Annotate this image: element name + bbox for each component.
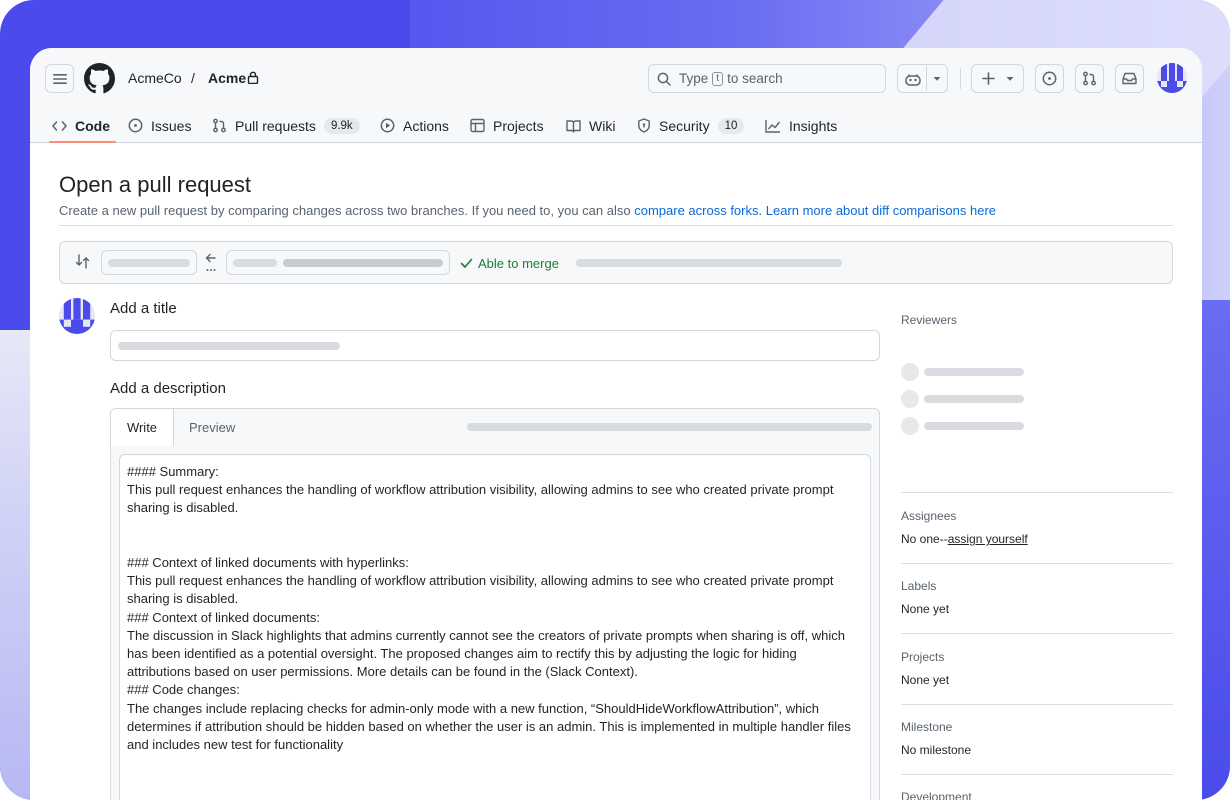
tab-projects[interactable]: Projects: [470, 108, 544, 143]
top-bar: AcmeCo / Acme Type t to search: [30, 48, 1202, 108]
play-icon: [380, 118, 395, 133]
page-subtitle: Create a new pull request by comparing c…: [59, 203, 996, 218]
search-suffix: to search: [727, 71, 783, 86]
inbox-button[interactable]: [1115, 64, 1144, 93]
tab-wiki[interactable]: Wiki: [566, 108, 615, 143]
compare-branch-select[interactable]: [226, 250, 450, 275]
repo-header: AcmeCo / Acme Type t to search Code Issu…: [30, 48, 1202, 143]
author-avatar: [59, 298, 95, 339]
browser-window: AcmeCo / Acme Type t to search Code Issu…: [30, 48, 1202, 800]
description-label: Add a description: [110, 380, 226, 397]
graph-icon: [765, 119, 781, 133]
tab-issues-label: Issues: [151, 117, 192, 134]
assignees-none: No one--: [901, 532, 948, 546]
sidebar-development: Development: [901, 790, 1173, 800]
description-textarea[interactable]: #### Summary: This pull request enhances…: [119, 454, 871, 800]
compare-forks-link[interactable]: compare across forks.: [634, 203, 762, 218]
inbox-icon: [1122, 72, 1137, 85]
breadcrumb-org[interactable]: AcmeCo: [128, 70, 182, 86]
table-icon: [470, 118, 485, 133]
assign-yourself-link[interactable]: assign yourself: [948, 532, 1028, 546]
sidebar-assignees: Assignees No one--assign yourself: [901, 509, 1173, 546]
issue-icon: [128, 118, 143, 133]
plus-icon: [982, 72, 995, 85]
assignees-heading[interactable]: Assignees: [901, 509, 1173, 523]
chevron-down-icon: [933, 76, 941, 82]
search-prefix: Type: [679, 71, 709, 86]
labels-value: None yet: [901, 602, 950, 616]
tab-pull-requests-label: Pull requests: [235, 117, 316, 134]
tab-wiki-label: Wiki: [589, 117, 616, 134]
tab-security[interactable]: Security 10: [637, 108, 745, 143]
tab-insights-label: Insights: [789, 117, 838, 134]
tab-code[interactable]: Code: [49, 108, 116, 143]
compare-icon: [75, 254, 90, 269]
labels-heading[interactable]: Labels: [901, 579, 1173, 593]
tab-actions[interactable]: Actions: [380, 108, 449, 143]
milestone-value: No milestone: [901, 743, 972, 757]
learn-more-link[interactable]: Learn more about diff comparisons here: [766, 203, 996, 218]
copilot-icon: [905, 72, 921, 86]
chevron-down-icon: [1006, 76, 1014, 82]
book-icon: [566, 119, 581, 133]
divider: [59, 225, 1173, 226]
shield-icon: [637, 118, 651, 133]
lock-icon: [247, 71, 259, 84]
tab-insights[interactable]: Insights: [765, 108, 837, 143]
sidebar-projects: Projects None yet: [901, 650, 1173, 687]
search-shortcut-key: t: [712, 71, 724, 86]
tab-code-label: Code: [75, 117, 110, 134]
page-title: Open a pull request: [59, 172, 252, 197]
issue-icon: [1042, 71, 1057, 86]
avatar[interactable]: [1157, 63, 1187, 98]
code-icon: [52, 120, 67, 132]
merge-status: Able to merge: [460, 256, 559, 271]
pull-request-icon: [212, 118, 227, 133]
check-icon: [460, 258, 473, 269]
projects-heading[interactable]: Projects: [901, 650, 1173, 664]
subtitle-text: Create a new pull request by comparing c…: [59, 203, 631, 218]
search-input[interactable]: Type t to search: [648, 64, 886, 93]
hamburger-icon: [52, 73, 67, 85]
tab-preview[interactable]: Preview: [189, 409, 235, 445]
title-input[interactable]: [110, 330, 880, 361]
description-editor: Write Preview #### Summary: This pull re…: [110, 408, 880, 800]
arrow-left-icon: [205, 252, 217, 274]
tab-projects-label: Projects: [493, 117, 544, 134]
repo-nav: Code Issues Pull requests 9.9k Actions P…: [30, 108, 1202, 143]
tab-issues[interactable]: Issues: [128, 108, 191, 143]
base-branch-select[interactable]: [101, 250, 197, 275]
tab-pull-requests[interactable]: Pull requests 9.9k: [212, 108, 360, 143]
github-logo-icon[interactable]: [84, 63, 115, 94]
search-icon: [657, 72, 671, 86]
pull-requests-count: 9.9k: [323, 117, 360, 134]
merge-status-label: Able to merge: [478, 256, 559, 271]
milestone-heading[interactable]: Milestone: [901, 720, 1173, 734]
breadcrumb-separator: /: [191, 70, 195, 86]
issues-button[interactable]: [1035, 64, 1064, 93]
development-heading[interactable]: Development: [901, 790, 1173, 800]
breadcrumb-repo[interactable]: Acme: [208, 70, 246, 86]
security-count: 10: [717, 117, 745, 134]
projects-value: None yet: [901, 673, 950, 687]
tab-security-label: Security: [659, 117, 710, 134]
tab-write[interactable]: Write: [111, 409, 174, 446]
sidebar-reviewers[interactable]: Reviewers: [901, 313, 1173, 327]
pull-request-icon: [1082, 71, 1097, 86]
create-new-button[interactable]: [971, 64, 1024, 93]
pull-requests-button[interactable]: [1075, 64, 1104, 93]
menu-button[interactable]: [45, 64, 74, 93]
reviewers-heading: Reviewers: [901, 313, 958, 327]
tab-actions-label: Actions: [403, 117, 449, 134]
title-label: Add a title: [110, 300, 177, 317]
sidebar-labels: Labels None yet: [901, 579, 1173, 616]
copilot-button[interactable]: [897, 64, 948, 93]
assignees-value: No one--assign yourself: [901, 532, 1173, 546]
compare-bar: Able to merge: [59, 241, 1173, 284]
sidebar-milestone: Milestone No milestone: [901, 720, 1173, 757]
